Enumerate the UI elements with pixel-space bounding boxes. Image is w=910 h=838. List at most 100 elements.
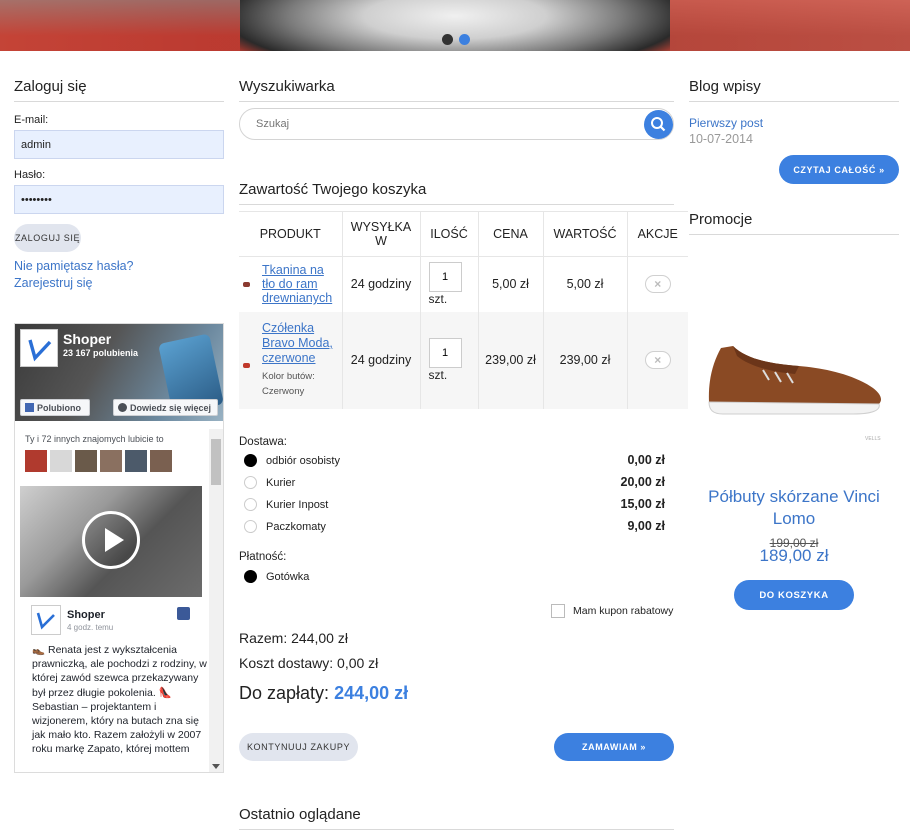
to-pay: Do zapłaty: 244,00 zł	[239, 683, 408, 704]
col-header-value: WARTOŚĆ	[543, 211, 628, 257]
quantity-input[interactable]	[428, 262, 462, 293]
avatar[interactable]	[50, 450, 72, 472]
coupon-checkbox[interactable]	[551, 604, 565, 618]
col-header-price: CENA	[478, 211, 544, 257]
post-time[interactable]: 4 godz. temu	[67, 623, 113, 632]
product-thumbnail[interactable]	[243, 363, 250, 368]
shipping-cost: Koszt dostawy: 0,00 zł	[239, 655, 379, 671]
facebook-cover-image: Shoper 23 167 polubienia Polubiono Dowie…	[15, 324, 223, 421]
to-pay-value: 244,00 zł	[334, 683, 409, 703]
delivery-option-price: 15,00 zł	[620, 497, 665, 511]
avatar[interactable]	[150, 450, 172, 472]
password-label: Hasło:	[14, 169, 46, 181]
search-icon	[651, 117, 666, 132]
facebook-post-text: 👞 Renata jest z wykształcenia prawniczką…	[32, 644, 207, 756]
quantity-input[interactable]	[428, 338, 462, 368]
delivery-option-price: 20,00 zł	[620, 475, 665, 489]
facebook-scrollbar[interactable]	[209, 429, 223, 772]
image-watermark: VELLS	[865, 436, 881, 442]
search-input[interactable]	[239, 108, 674, 140]
password-field[interactable]	[14, 185, 224, 214]
search-button[interactable]	[644, 110, 673, 139]
payment-radio-cash[interactable]	[244, 570, 257, 583]
shoper-logo-icon[interactable]	[20, 329, 58, 367]
facebook-like-button[interactable]: Polubiono	[20, 399, 90, 416]
email-label: E-mail:	[14, 114, 49, 126]
promo-product-image[interactable]	[703, 340, 885, 420]
product-link[interactable]: Tkanina na tło do ram drewnianych	[262, 263, 338, 305]
delivery-radio-paczkomaty[interactable]	[244, 520, 257, 533]
play-icon[interactable]	[82, 511, 140, 569]
facebook-video[interactable]	[20, 486, 202, 597]
delivery-option-label[interactable]: odbiór osobisty	[266, 455, 340, 467]
scroll-down-arrow-icon[interactable]	[212, 764, 220, 769]
cart-sum: Razem: 244,00 zł	[239, 630, 348, 646]
variant-value: Czerwony	[262, 386, 305, 397]
delivery-radio-inpost[interactable]	[244, 498, 257, 511]
avatar[interactable]	[25, 450, 47, 472]
shipping-time: 24 godziny	[342, 256, 421, 312]
cart-table: PRODUKT WYSYŁKA W ILOŚĆ CENA WARTOŚĆ AKC…	[239, 211, 688, 409]
slider-image-right	[670, 0, 910, 51]
col-header-actions: AKCJE	[627, 211, 688, 257]
post-author[interactable]: Shoper	[67, 609, 105, 621]
promo-new-price: 189,00 zł	[759, 546, 829, 565]
variant-label: Kolor butów:	[262, 371, 315, 382]
shoper-post-logo-icon[interactable]	[31, 605, 61, 635]
blog-title: Blog wpisy	[689, 78, 899, 102]
more-button-label: Dowiedz się więcej	[130, 403, 212, 413]
avatar[interactable]	[125, 450, 147, 472]
quantity-unit: szt.	[428, 292, 448, 307]
facebook-more-button[interactable]: Dowiedz się więcej	[113, 399, 218, 416]
remove-item-button[interactable]: ×	[644, 351, 671, 369]
facebook-friends-text: Ty i 72 innych znajomych lubicie to	[25, 434, 164, 444]
add-to-cart-button[interactable]: DO KOSZYKA	[734, 580, 854, 610]
payment-option-label[interactable]: Gotówka	[266, 571, 309, 583]
cart-title: Zawartość Twojego koszyka	[239, 181, 674, 205]
facebook-icon[interactable]	[177, 607, 190, 620]
col-header-product: PRODUKT	[239, 211, 343, 257]
recently-viewed-title: Ostatnio oglądane	[239, 806, 674, 830]
coupon-label[interactable]: Mam kupon rabatowy	[573, 605, 673, 617]
col-header-qty: ILOŚĆ	[420, 211, 479, 257]
close-icon: ×	[654, 277, 662, 292]
avatar[interactable]	[75, 450, 97, 472]
facebook-icon	[25, 403, 34, 412]
place-order-button[interactable]: ZAMAWIAM »	[554, 733, 674, 761]
table-row: Czółenka Bravo Moda, czerwone Kolor butó…	[239, 311, 688, 409]
delivery-radio-pickup[interactable]	[244, 454, 257, 467]
slider-dot-1[interactable]	[442, 34, 453, 45]
table-row: Tkanina na tło do ram drewnianych 24 god…	[239, 256, 688, 312]
promo-product-name[interactable]: Półbuty skórzane Vinci Lomo	[689, 486, 899, 530]
promo-title: Promocje	[689, 211, 899, 235]
col-header-shipping: WYSYŁKA W	[342, 211, 421, 257]
login-button[interactable]: ZALOGUJ SIĘ	[14, 224, 81, 252]
product-thumbnail[interactable]	[243, 281, 250, 287]
scrollbar-thumb[interactable]	[211, 439, 221, 485]
blog-post-date: 10-07-2014	[689, 132, 753, 146]
hero-slider	[0, 0, 910, 51]
continue-shopping-button[interactable]: KONTYNUUJ ZAKUPY	[239, 733, 358, 761]
delivery-option-label[interactable]: Kurier	[266, 477, 295, 489]
shipping-time: 24 godziny	[342, 311, 421, 409]
email-field[interactable]	[14, 130, 224, 159]
login-title: Zaloguj się	[14, 78, 224, 102]
facebook-friends-avatars	[25, 450, 172, 472]
unit-price: 239,00 zł	[478, 311, 544, 409]
facebook-page-name[interactable]: Shoper	[63, 331, 111, 347]
info-icon	[118, 403, 127, 412]
forgot-password-link[interactable]: Nie pamiętasz hasła?	[14, 259, 134, 273]
delivery-radio-courier[interactable]	[244, 476, 257, 489]
search-title: Wyszukiwarka	[239, 78, 674, 102]
slider-image-left	[0, 0, 240, 51]
read-more-button[interactable]: CZYTAJ CAŁOŚĆ »	[779, 155, 899, 184]
delivery-option-label[interactable]: Paczkomaty	[266, 521, 326, 533]
avatar[interactable]	[100, 450, 122, 472]
slider-dot-2[interactable]	[459, 34, 470, 45]
quantity-unit: szt.	[428, 368, 448, 382]
register-link[interactable]: Zarejestruj się	[14, 276, 93, 290]
delivery-option-label[interactable]: Kurier Inpost	[266, 499, 328, 511]
blog-post-link[interactable]: Pierwszy post	[689, 116, 763, 130]
remove-item-button[interactable]: ×	[644, 275, 671, 294]
product-link[interactable]: Czółenka Bravo Moda, czerwone	[262, 321, 338, 366]
